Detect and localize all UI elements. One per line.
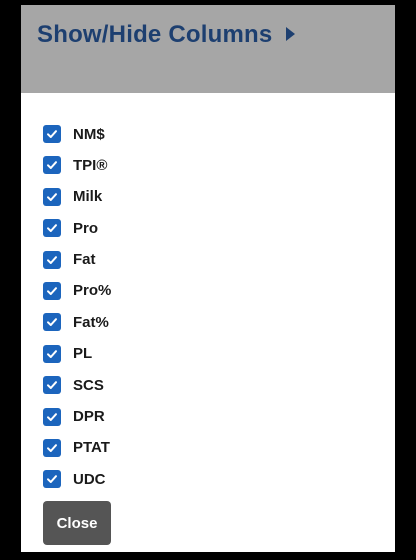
- close-button[interactable]: Close: [43, 501, 111, 545]
- checkbox-checked-icon[interactable]: [43, 125, 61, 143]
- column-option[interactable]: Pro%: [43, 278, 111, 304]
- column-option-label: Fat%: [73, 313, 109, 331]
- checkbox-checked-icon[interactable]: [43, 281, 61, 300]
- checkbox-checked-icon[interactable]: [43, 187, 61, 206]
- column-option-label: PL: [73, 345, 93, 363]
- checkbox-checked-icon[interactable]: [43, 219, 61, 238]
- checkbox-checked-icon[interactable]: [43, 376, 61, 395]
- show-hide-columns-panel: Show/Hide Columns NM$ TPI® Milk Pro Fat …: [18, 2, 398, 555]
- column-option-label: DPR: [73, 408, 105, 426]
- column-option-label: Milk: [73, 188, 103, 206]
- column-option[interactable]: Pro: [43, 215, 111, 241]
- column-option-label: NM$: [73, 125, 105, 143]
- column-option[interactable]: NM$: [43, 121, 111, 147]
- column-option[interactable]: TPI®: [43, 152, 111, 178]
- column-option-label: UDC: [73, 470, 106, 488]
- column-option[interactable]: SCS: [43, 372, 111, 398]
- column-option[interactable]: Fat: [43, 247, 111, 273]
- checkbox-checked-icon[interactable]: [43, 470, 61, 489]
- caret-right-icon[interactable]: [286, 27, 296, 41]
- column-option-label: SCS: [73, 376, 104, 394]
- column-option[interactable]: PTAT: [43, 435, 111, 461]
- checkbox-checked-icon[interactable]: [43, 407, 61, 426]
- column-option-label: Pro%: [73, 282, 112, 300]
- checkbox-checked-icon[interactable]: [43, 313, 61, 332]
- column-option[interactable]: Milk: [43, 184, 111, 210]
- column-option[interactable]: DPR: [43, 404, 111, 430]
- column-option[interactable]: PL: [43, 341, 111, 367]
- column-checkbox-list: NM$ TPI® Milk Pro Fat Pro% Fat% PL SCS D…: [43, 121, 111, 498]
- checkbox-checked-icon[interactable]: [43, 250, 61, 269]
- checkbox-checked-icon[interactable]: [43, 156, 61, 175]
- column-option-label: PTAT: [73, 439, 110, 457]
- column-option-label: TPI®: [73, 156, 108, 174]
- column-option[interactable]: UDC: [43, 466, 111, 492]
- checkbox-checked-icon[interactable]: [43, 438, 61, 457]
- panel-header: Show/Hide Columns: [21, 5, 395, 93]
- column-option[interactable]: Fat%: [43, 309, 111, 335]
- column-option-label: Pro: [73, 219, 99, 237]
- checkbox-checked-icon[interactable]: [43, 344, 61, 363]
- column-option-label: Fat: [73, 251, 96, 269]
- panel-title: Show/Hide Columns: [37, 21, 273, 48]
